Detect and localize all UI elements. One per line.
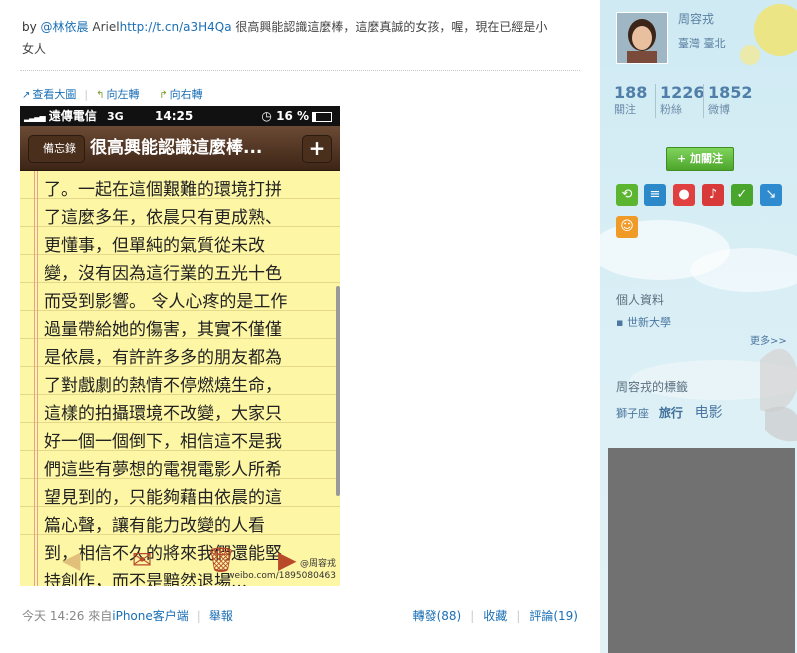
notes-app-icon[interactable]: ≡ bbox=[644, 184, 666, 206]
divider bbox=[703, 84, 704, 118]
image-actions: ↗查看大圖|↰向左轉|↱向右轉 bbox=[22, 88, 203, 101]
stat-posts[interactable]: 1852 微博 bbox=[708, 84, 753, 118]
posts-count: 1852 bbox=[708, 83, 753, 102]
view-large-button[interactable]: ↗ 查看大圖 bbox=[22, 88, 76, 101]
rotate-right-icon: ↱ bbox=[159, 90, 168, 101]
divider bbox=[655, 84, 656, 118]
phone-time: 14:25 bbox=[155, 109, 194, 123]
author-name: Ariel bbox=[92, 20, 120, 34]
battery-label: 16 % bbox=[276, 109, 309, 123]
signal-icon: ▂▃▄▅ bbox=[24, 113, 46, 122]
followers-label: 粉絲 bbox=[660, 103, 682, 116]
following-count: 188 bbox=[614, 83, 648, 102]
note-line: 過量帶給她的傷害，其實不僅僅 bbox=[44, 320, 282, 340]
emoji-app-icon[interactable]: ☺ bbox=[616, 216, 638, 238]
note-line: 是依晨，有許許多多的朋友都為 bbox=[44, 348, 282, 368]
expand-icon: ↗ bbox=[22, 90, 31, 101]
report-link[interactable]: 舉報 bbox=[209, 609, 233, 623]
tag-list: 獅子座 旅行 电影 bbox=[616, 402, 723, 422]
profile-name[interactable]: 周容戎 bbox=[678, 10, 714, 27]
phone-nav-bar: 備忘錄 很高興能認識這麼棒... + bbox=[20, 126, 340, 171]
battery-icon bbox=[312, 111, 332, 122]
profile-section-title: 個人資料 bbox=[616, 293, 665, 307]
event-app-icon[interactable]: ✓ bbox=[731, 184, 753, 206]
post-image[interactable]: ▂▃▄▅ 遠傳電信 3G 14:25 ◷ 16 % 備忘錄 很高興能認識這麼棒.… bbox=[20, 106, 340, 586]
note-line: 好一個一個倒下，相信這不是我 bbox=[44, 432, 282, 452]
note-line: 這樣的拍攝環境不改變，大家只 bbox=[44, 404, 282, 424]
follow-button[interactable]: + 加關注 bbox=[666, 147, 734, 171]
note-line: 們這些有夢想的電視電影人所希 bbox=[44, 460, 282, 480]
forward-button[interactable]: 轉發(88) bbox=[413, 609, 462, 623]
memo-title: 很高興能認識這麼棒... bbox=[90, 138, 263, 158]
tag-item[interactable]: 电影 bbox=[695, 405, 723, 421]
posts-label: 微博 bbox=[708, 103, 730, 116]
phone-status-bar: ▂▃▄▅ 遠傳電信 3G 14:25 ◷ 16 % bbox=[20, 106, 340, 126]
comment-button[interactable]: 評論(19) bbox=[529, 609, 578, 623]
previous-icon: ◀ bbox=[62, 546, 81, 574]
by-label: by bbox=[22, 20, 37, 34]
view-large-label: 查看大圖 bbox=[32, 88, 77, 101]
rotate-right-button[interactable]: ↱ 向右轉 bbox=[159, 88, 202, 101]
note-line: 更懂事，但單純的氣質從未改 bbox=[44, 236, 265, 256]
post-text-line1: 很高興能認識這麼棒，這麼真誠的女孩，喔，現在已經是小 bbox=[231, 20, 548, 34]
profile-school[interactable]: ▪ 世新大學 bbox=[616, 314, 671, 330]
note-text: 了。一起在這個艱難的環境打拼 了這麼多年，依晨只有更成熟、 更懂事，但單純的氣質從未… bbox=[44, 176, 334, 586]
watermark-url: weibo.com/1895080463 bbox=[227, 571, 336, 581]
source-link[interactable]: iPhone客户端 bbox=[112, 609, 189, 623]
followers-count: 1226 bbox=[660, 83, 705, 102]
watermark-handle: @周容戎 bbox=[299, 559, 336, 569]
note-line: 了對戲劇的熱情不停燃燒生命， bbox=[44, 376, 282, 396]
favorite-button[interactable]: 收藏 bbox=[483, 609, 507, 623]
profile-stats: 188 關注 1226 粉絲 1852 微博 bbox=[614, 84, 794, 120]
post-text: by @林依晨 Arielhttp://t.cn/a3H4Qa 很高興能認識這麼… bbox=[22, 16, 582, 60]
music-app-icon[interactable]: ♪ bbox=[702, 184, 724, 206]
note-line: 了。一起在這個艱難的環境打拼 bbox=[44, 180, 282, 200]
carrier-label: 遠傳電信 bbox=[48, 109, 97, 123]
profile-location: 臺灣 臺北 bbox=[678, 37, 726, 50]
short-url-link[interactable]: http://t.cn/a3H4Qa bbox=[120, 20, 232, 34]
clock-icon: ◷ bbox=[261, 109, 272, 123]
margin-line bbox=[34, 171, 35, 586]
margin-line bbox=[37, 171, 38, 586]
note-line: 了這麼多年，依晨只有更成熟、 bbox=[44, 208, 282, 228]
rotate-left-button[interactable]: ↰ 向左轉 bbox=[96, 88, 139, 101]
weibo-watermark: @周容戎 weibo.com/1895080463 bbox=[227, 558, 336, 582]
post-meta: 今天 14:26 來自iPhone客户端 | 舉報 bbox=[22, 609, 233, 623]
vote-app-icon[interactable]: ↘ bbox=[760, 184, 782, 206]
mail-icon: ✉ bbox=[132, 546, 153, 574]
phone-scrollbar bbox=[336, 286, 340, 496]
stat-followers[interactable]: 1226 粉絲 bbox=[660, 84, 705, 118]
feed-item: by @林依晨 Arielhttp://t.cn/a3H4Qa 很高興能認識這麼… bbox=[0, 0, 600, 653]
profile-sidebar: 周容戎 臺灣 臺北 188 關注 1226 粉絲 1852 微博 + 加關注 ⟲… bbox=[600, 0, 797, 653]
share-app-icon[interactable]: ⟲ bbox=[616, 184, 638, 206]
tag-item[interactable]: 旅行 bbox=[659, 406, 683, 420]
tags-section-title: 周容戎的標籤 bbox=[616, 380, 689, 394]
note-line: 而受到影響。 令人心疼的是工作 bbox=[44, 292, 288, 312]
following-label: 關注 bbox=[614, 103, 636, 116]
mention-link[interactable]: @林依晨 bbox=[41, 20, 89, 34]
stat-following[interactable]: 188 關注 bbox=[614, 84, 647, 118]
rotate-left-label: 向左轉 bbox=[106, 88, 140, 101]
from-label: 來自 bbox=[88, 609, 113, 623]
post-time[interactable]: 今天 14:26 bbox=[22, 609, 84, 623]
post-actions: 轉發(88) | 收藏 | 評論(19) bbox=[412, 609, 578, 623]
post-text-line2: 女人 bbox=[22, 42, 47, 56]
more-link[interactable]: 更多>> bbox=[750, 332, 787, 347]
note-line: 望見到的，只能夠藉由依晨的這 bbox=[44, 488, 282, 508]
ad-placeholder bbox=[608, 448, 795, 653]
avatar[interactable] bbox=[616, 12, 668, 64]
microphone-app-icon[interactable]: ● bbox=[673, 184, 695, 206]
memo-back-button: 備忘錄 bbox=[28, 135, 85, 163]
plus-icon: + bbox=[302, 135, 332, 163]
rotate-left-icon: ↰ bbox=[96, 90, 105, 101]
note-line: 變，沒有因為這行業的五光十色 bbox=[44, 264, 282, 284]
divider bbox=[20, 70, 580, 71]
network-label: 3G bbox=[107, 110, 124, 123]
rotate-right-label: 向右轉 bbox=[169, 88, 203, 101]
tag-item[interactable]: 獅子座 bbox=[616, 407, 649, 420]
